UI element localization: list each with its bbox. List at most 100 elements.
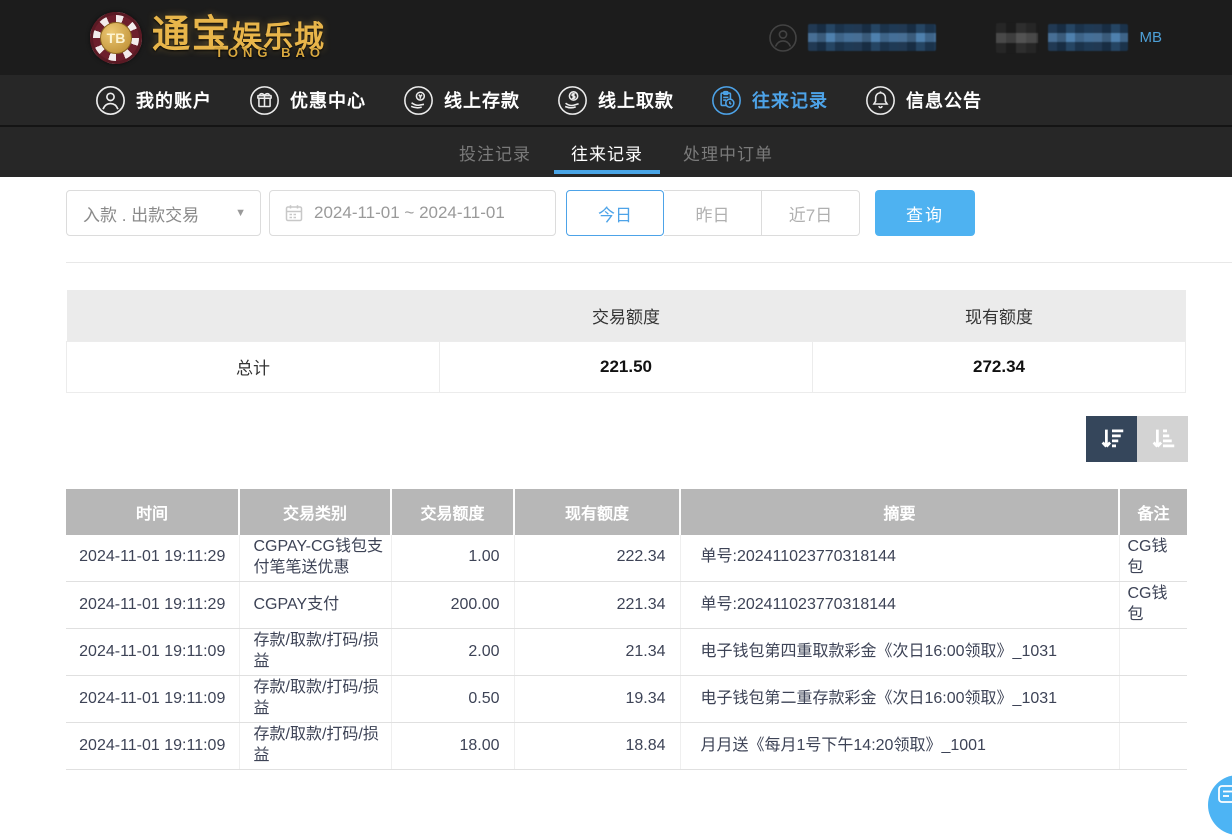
sub-tabs: 投注记录 往来记录 处理中订单	[0, 127, 1232, 177]
cell-balance: 222.34	[514, 535, 680, 582]
date-range-input[interactable]: 2024-11-01 ~ 2024-11-01	[269, 190, 556, 236]
date-range-value: 2024-11-01 ~ 2024-11-01	[314, 203, 505, 223]
nav-item-announcements[interactable]: 信息公告	[865, 85, 982, 116]
nav-item-promotions[interactable]: 优惠中心	[249, 85, 366, 116]
cell-summary: 电子钱包第二重存款彩金《次日16:00领取》_1031	[680, 676, 1119, 723]
top-header: TB 通宝娱乐城 TONG BAO MB	[0, 0, 1232, 75]
calendar-icon	[284, 203, 304, 223]
cell-time: 2024-11-01 19:11:09	[66, 629, 239, 676]
nav-item-deposit[interactable]: 线上存款	[403, 85, 520, 116]
col-header-amount: 交易额度	[391, 489, 514, 535]
cell-type: 存款/取款/打码/损益	[239, 629, 391, 676]
col-header-type: 交易类别	[239, 489, 391, 535]
cell-type: 存款/取款/打码/损益	[239, 723, 391, 770]
cell-summary: 月月送《每月1号下午14:20领取》_1001	[680, 723, 1119, 770]
cell-time: 2024-11-01 19:11:09	[66, 676, 239, 723]
logo-text: 通宝娱乐城 TONG BAO	[152, 16, 325, 59]
records-table: 时间 交易类别 交易额度 现有额度 摘要 备注 2024-11-01 19:11…	[66, 489, 1187, 771]
customer-service-chat-button[interactable]	[1208, 775, 1232, 835]
cell-type: CGPAY支付	[239, 582, 391, 629]
filter-bar: 入款 . 出款交易 ▼ 2024-11-01 ~ 2024-11-01 今日 昨…	[66, 190, 1232, 236]
user-area: MB	[768, 23, 1163, 53]
withdraw-icon	[557, 85, 588, 116]
nav-item-withdraw[interactable]: 线上取款	[557, 85, 674, 116]
sort-descending-icon	[1097, 424, 1127, 454]
transaction-type-select[interactable]: 入款 . 出款交易 ▼	[66, 190, 261, 236]
summary-transaction-amount: 221.50	[440, 341, 813, 392]
site-logo[interactable]: TB 通宝娱乐城 TONG BAO	[90, 12, 325, 64]
summary-total-row: 总计 221.50 272.34	[67, 341, 1186, 392]
promotions-icon	[249, 85, 280, 116]
sort-descending-button[interactable]	[1086, 416, 1137, 462]
table-row: 2024-11-01 19:11:09存款/取款/打码/损益0.5019.34电…	[66, 676, 1187, 723]
summary-table: 交易额度 现有额度 总计 221.50 272.34	[66, 290, 1186, 393]
account-icon	[95, 85, 126, 116]
cell-note: CG钱包	[1119, 535, 1187, 582]
logo-subtitle: TONG BAO	[215, 46, 325, 59]
sort-ascending-icon	[1148, 424, 1178, 454]
main-nav: 我的账户 优惠中心 线上存款 线上取款	[0, 75, 1232, 127]
today-button[interactable]: 今日	[566, 190, 664, 236]
col-header-summary: 摘要	[680, 489, 1119, 535]
cell-note	[1119, 629, 1187, 676]
cell-balance: 18.84	[514, 723, 680, 770]
cell-time: 2024-11-01 19:11:29	[66, 535, 239, 582]
cell-time: 2024-11-01 19:11:09	[66, 723, 239, 770]
balance-unit-label: MB	[1140, 29, 1163, 46]
table-row: 2024-11-01 19:11:29CGPAY支付200.00221.34单号…	[66, 582, 1187, 629]
cell-balance: 21.34	[514, 629, 680, 676]
summary-current-amount: 272.34	[813, 341, 1186, 392]
table-row: 2024-11-01 19:11:29CGPAY-CG钱包支付笔笔送优惠1.00…	[66, 535, 1187, 582]
user-avatar-icon	[768, 23, 798, 53]
cell-balance: 221.34	[514, 582, 680, 629]
table-row: 2024-11-01 19:11:09存款/取款/打码/损益2.0021.34电…	[66, 629, 1187, 676]
chip-monogram: TB	[100, 22, 132, 54]
chevron-down-icon: ▼	[235, 207, 246, 219]
redacted-username	[808, 24, 936, 51]
cell-amount: 200.00	[391, 582, 514, 629]
tab-pending-orders[interactable]: 处理中订单	[666, 127, 790, 177]
cell-time: 2024-11-01 19:11:29	[66, 582, 239, 629]
cell-summary: 单号:202411023770318144	[680, 535, 1119, 582]
table-row: 2024-11-01 19:11:09存款/取款/打码/损益18.0018.84…	[66, 723, 1187, 770]
last-7-days-button[interactable]: 近7日	[762, 190, 860, 236]
cell-summary: 电子钱包第四重取款彩金《次日16:00领取》_1031	[680, 629, 1119, 676]
col-header-note: 备注	[1119, 489, 1187, 535]
sort-ascending-button[interactable]	[1137, 416, 1188, 462]
announcement-icon	[865, 85, 896, 116]
search-button[interactable]: 查询	[875, 190, 975, 236]
tab-bet-records[interactable]: 投注记录	[442, 127, 548, 177]
redacted-balance	[1048, 24, 1128, 51]
cell-amount: 2.00	[391, 629, 514, 676]
chat-card-icon	[1217, 782, 1232, 808]
summary-header-current-amount: 现有额度	[813, 290, 1186, 341]
casino-chip-icon: TB	[90, 12, 142, 64]
sort-controls	[0, 416, 1188, 462]
transaction-type-value: 入款 . 出款交易	[83, 201, 199, 226]
cell-amount: 18.00	[391, 723, 514, 770]
cell-type: 存款/取款/打码/损益	[239, 676, 391, 723]
summary-header-transaction-amount: 交易额度	[440, 290, 813, 341]
summary-header-empty	[67, 290, 440, 341]
nav-item-my-account[interactable]: 我的账户	[95, 85, 212, 116]
cell-note: CG钱包	[1119, 582, 1187, 629]
deposit-icon	[403, 85, 434, 116]
records-tbody: 2024-11-01 19:11:29CGPAY-CG钱包支付笔笔送优惠1.00…	[66, 535, 1187, 770]
yesterday-button[interactable]: 昨日	[664, 190, 762, 236]
col-header-balance: 现有额度	[514, 489, 680, 535]
quick-date-group: 今日 昨日 近7日	[566, 190, 860, 236]
cell-balance: 19.34	[514, 676, 680, 723]
section-divider	[66, 262, 1232, 263]
nav-item-records[interactable]: 往来记录	[711, 85, 828, 116]
redacted-wallet-icon	[996, 23, 1038, 53]
col-header-time: 时间	[66, 489, 239, 535]
cell-amount: 0.50	[391, 676, 514, 723]
cell-note	[1119, 676, 1187, 723]
cell-summary: 单号:202411023770318144	[680, 582, 1119, 629]
summary-total-label: 总计	[67, 341, 440, 392]
records-icon	[711, 85, 742, 116]
cell-note	[1119, 723, 1187, 770]
cell-type: CGPAY-CG钱包支付笔笔送优惠	[239, 535, 391, 582]
tab-transaction-records[interactable]: 往来记录	[554, 127, 660, 177]
cell-amount: 1.00	[391, 535, 514, 582]
